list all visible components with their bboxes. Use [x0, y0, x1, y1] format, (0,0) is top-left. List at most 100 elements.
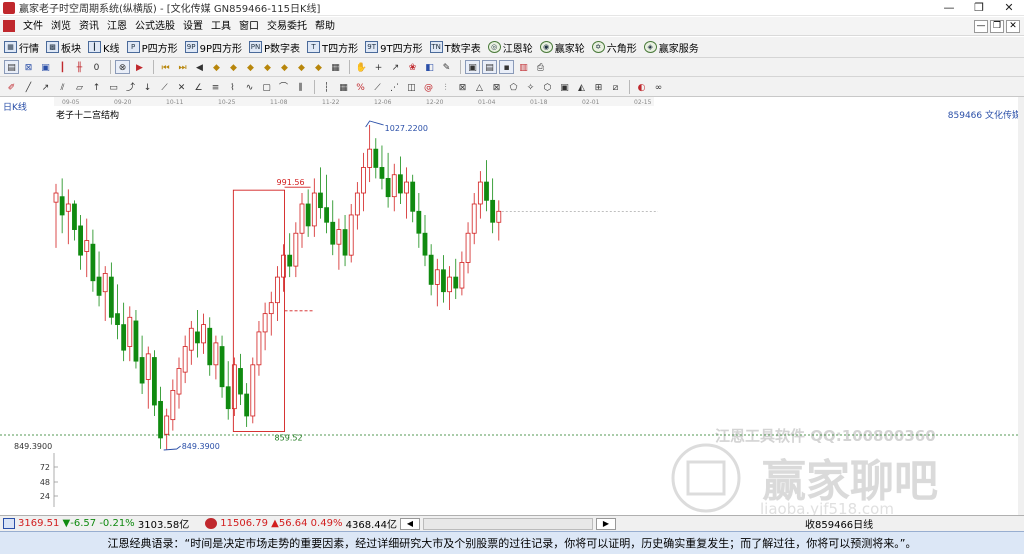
9t-square-button[interactable]: 9T 9T四方形: [365, 40, 423, 55]
diamond-3-icon[interactable]: ◆: [243, 60, 258, 74]
service-button[interactable]: ◈ 赢家服务: [643, 40, 699, 55]
color-circle-icon[interactable]: ◐: [634, 80, 649, 94]
square-icon[interactable]: ◫: [404, 80, 419, 94]
child-close-button[interactable]: ✕: [1006, 20, 1020, 33]
gift-icon[interactable]: ❀: [405, 60, 420, 74]
x-box-icon[interactable]: ⊠: [489, 80, 504, 94]
menu-settings[interactable]: 设置: [179, 17, 207, 36]
calculator-icon[interactable]: ▤: [482, 60, 497, 74]
printer-icon[interactable]: ⎙: [533, 60, 548, 74]
menu-trade[interactable]: 交易委托: [263, 17, 311, 36]
star-icon[interactable]: ✧: [523, 80, 538, 94]
scroll-right-button[interactable]: ▶: [596, 517, 616, 530]
zoom-icon[interactable]: ⊠: [21, 60, 36, 74]
diamond-7-icon[interactable]: ◆: [311, 60, 326, 74]
pen-icon[interactable]: ✐: [4, 80, 19, 94]
9p-square-button[interactable]: 9P 9P四方形: [184, 40, 242, 55]
hex-grid-icon[interactable]: ⬡: [540, 80, 555, 94]
bar-chart-icon[interactable]: ┃: [55, 60, 70, 74]
hand-icon[interactable]: ✋: [354, 60, 369, 74]
menu-window[interactable]: 窗口: [235, 17, 263, 36]
box-cross-icon[interactable]: ⊞: [591, 80, 606, 94]
prev-icon[interactable]: ◀: [192, 60, 207, 74]
menu-tools[interactable]: 工具: [207, 17, 235, 36]
box-tool-icon[interactable]: ▢: [259, 80, 274, 94]
cursor-icon[interactable]: ↗: [388, 60, 403, 74]
cycle-icon[interactable]: ⌇: [225, 80, 240, 94]
wave-icon[interactable]: ∿: [242, 80, 257, 94]
first-icon[interactable]: ⏮: [158, 60, 173, 74]
spiral-icon[interactable]: @: [421, 80, 436, 94]
last-icon[interactable]: ⏭: [175, 60, 190, 74]
table-icon[interactable]: ▣: [38, 60, 53, 74]
arc-icon[interactable]: ⌒: [276, 80, 291, 94]
sz-index-ticker[interactable]: 11506.79 ▲56.64 0.49% 4368.44亿: [205, 516, 397, 531]
gann-wheel-button[interactable]: ◎ 江恩轮: [487, 40, 533, 55]
triangle-icon[interactable]: △: [472, 80, 487, 94]
menu-formula-screen[interactable]: 公式选股: [131, 17, 179, 36]
rectangle-icon[interactable]: ▭: [106, 80, 121, 94]
scroll-left-button[interactable]: ◀: [400, 517, 420, 530]
pencil-icon[interactable]: ✎: [439, 60, 454, 74]
box-slash-icon[interactable]: ⧄: [608, 80, 623, 94]
divide-icon[interactable]: ⫶: [438, 80, 453, 94]
menu-help[interactable]: 帮助: [311, 17, 339, 36]
candle-up-icon[interactable]: ╫: [72, 60, 87, 74]
menu-file[interactable]: 文件: [19, 17, 47, 36]
diamond-5-icon[interactable]: ◆: [277, 60, 292, 74]
trend-icon[interactable]: ⤴: [123, 80, 138, 94]
child-minimize-button[interactable]: —: [974, 20, 988, 33]
box-diag-icon[interactable]: ⊠: [455, 80, 470, 94]
channel-icon[interactable]: ▱: [72, 80, 87, 94]
time-zone-icon[interactable]: ⫼: [293, 80, 308, 94]
parallel-icon[interactable]: ⫽: [55, 80, 70, 94]
pentagon-icon[interactable]: ⬠: [506, 80, 521, 94]
film-icon[interactable]: ▥: [516, 60, 531, 74]
menu-news[interactable]: 资讯: [75, 17, 103, 36]
sector-button[interactable]: ▩ 板块: [46, 40, 81, 55]
winner-wheel-button[interactable]: ◉ 赢家轮: [539, 40, 585, 55]
t-table-button[interactable]: TN T数字表: [429, 40, 481, 55]
kline-button[interactable]: ┃ K线: [88, 40, 120, 55]
grid-lines-icon[interactable]: ▦: [328, 60, 343, 74]
zero-icon[interactable]: 0: [89, 60, 104, 74]
diamond-2-icon[interactable]: ◆: [226, 60, 241, 74]
arrow-up-icon[interactable]: ↑: [89, 80, 104, 94]
layout-icon[interactable]: ▤: [4, 60, 19, 74]
arrow-down-icon[interactable]: ↓: [140, 80, 155, 94]
t-square-button[interactable]: T T四方形: [307, 40, 358, 55]
menu-gann[interactable]: 江恩: [103, 17, 131, 36]
maximize-button[interactable]: ❐: [964, 0, 994, 16]
line-icon[interactable]: ╱: [21, 80, 36, 94]
save-icon[interactable]: ▪: [499, 60, 514, 74]
fan-icon[interactable]: ⟋: [157, 80, 172, 94]
diamond-4-icon[interactable]: ◆: [260, 60, 275, 74]
speed-line-icon[interactable]: ⟋: [370, 80, 385, 94]
crosshair-icon[interactable]: +: [371, 60, 386, 74]
flag-icon[interactable]: ▶: [132, 60, 147, 74]
infinity-icon[interactable]: ∞: [651, 80, 666, 94]
gann-fan-icon[interactable]: ⋰: [387, 80, 402, 94]
cube-icon[interactable]: ◧: [422, 60, 437, 74]
compare-icon[interactable]: ⊗: [115, 60, 130, 74]
scroll-track[interactable]: [423, 517, 593, 530]
percent-icon[interactable]: %: [353, 80, 368, 94]
cross-icon[interactable]: ✕: [174, 80, 189, 94]
p-table-button[interactable]: PN P数字表: [249, 40, 300, 55]
fibo-icon[interactable]: ≡: [208, 80, 223, 94]
angle-icon[interactable]: ∠: [191, 80, 206, 94]
ray-icon[interactable]: ↗: [38, 80, 53, 94]
minimize-button[interactable]: —: [934, 0, 964, 16]
ruler-icon[interactable]: ┆: [319, 80, 334, 94]
hexagon-button[interactable]: ✡ 六角形: [591, 40, 637, 55]
quotes-button[interactable]: ▦ 行情: [4, 40, 39, 55]
square-box-icon[interactable]: ▣: [557, 80, 572, 94]
menu-browse[interactable]: 浏览: [47, 17, 75, 36]
p-square-button[interactable]: P P四方形: [126, 40, 178, 55]
triangle-grid-icon[interactable]: ◭: [574, 80, 589, 94]
close-button[interactable]: ✕: [994, 0, 1024, 16]
gann-grid-icon[interactable]: ▦: [336, 80, 351, 94]
image-icon[interactable]: ▣: [465, 60, 480, 74]
diamond-6-icon[interactable]: ◆: [294, 60, 309, 74]
child-restore-button[interactable]: ❐: [990, 20, 1004, 33]
